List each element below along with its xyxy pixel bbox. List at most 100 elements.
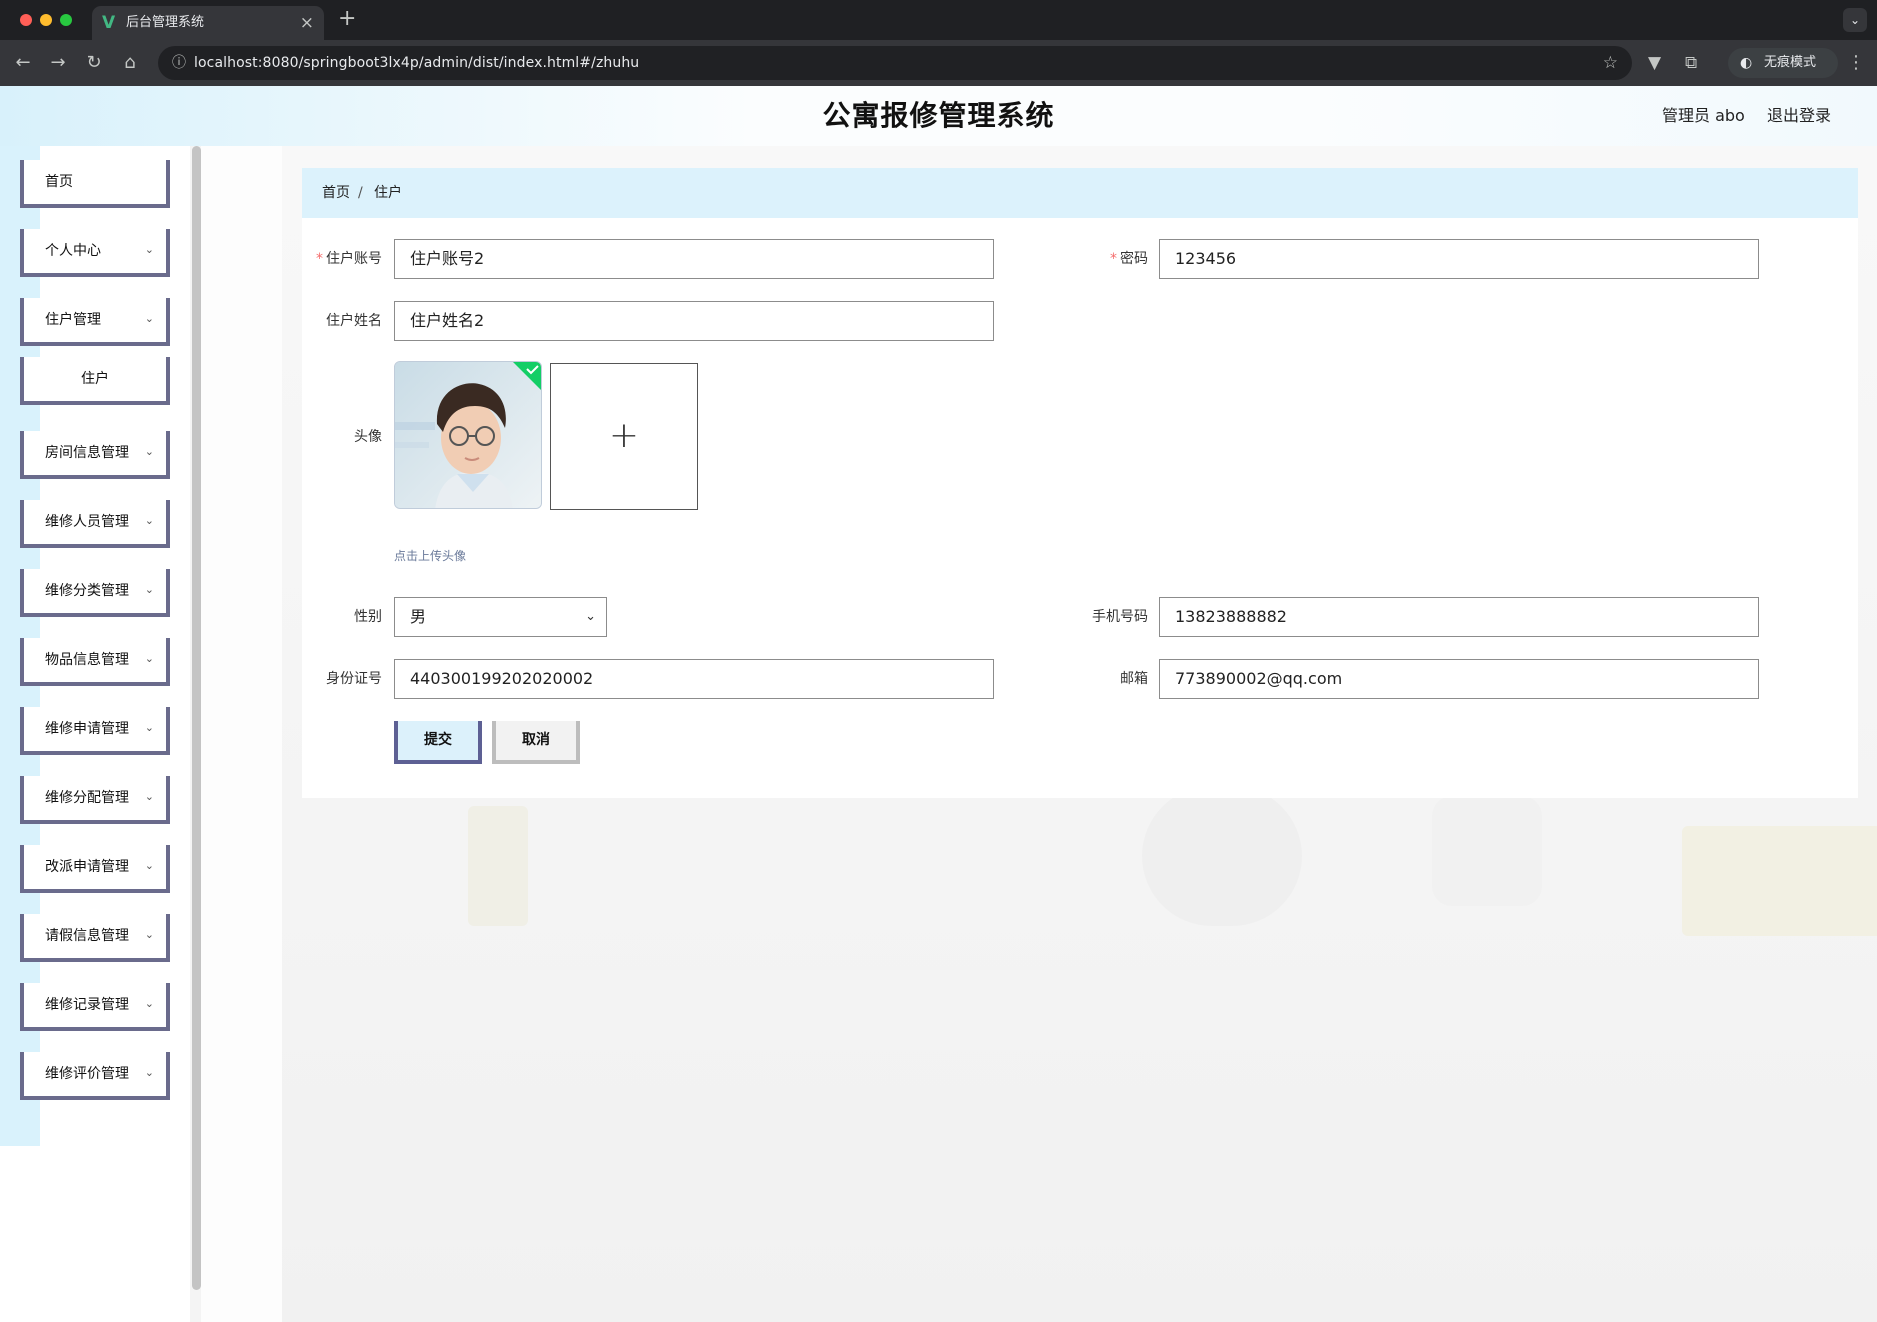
app-title: 公寓报修管理系统 xyxy=(822,99,1055,132)
sidebar-item-label: 请假信息管理 xyxy=(45,928,129,944)
gender-select[interactable]: 男 ⌄ xyxy=(394,597,607,637)
home-icon[interactable]: ⌂ xyxy=(117,50,143,76)
chevron-down-icon: ⌄ xyxy=(144,514,154,527)
required-mark: * xyxy=(316,251,323,267)
star-icon[interactable]: ☆ xyxy=(1603,52,1618,74)
chevron-down-icon: ⌄ xyxy=(144,997,154,1010)
sidebar-item-label: 维修评价管理 xyxy=(45,1066,129,1082)
vue-logo-icon: V xyxy=(102,13,116,33)
background-decoration xyxy=(1682,826,1877,936)
sidebar-footer-strip xyxy=(0,1146,40,1322)
vue-devtools-icon[interactable]: ▼ xyxy=(1648,50,1661,76)
current-user-label: 管理员 abo xyxy=(1662,106,1745,125)
back-arrow-icon[interactable]: ← xyxy=(10,50,36,76)
close-window-button[interactable] xyxy=(20,14,32,26)
minimize-window-button[interactable] xyxy=(40,14,52,26)
id-card-label: 身份证号 xyxy=(326,671,382,687)
phone-input[interactable]: 13823888882 xyxy=(1159,597,1759,637)
id-card-input[interactable]: 440300199202020002 xyxy=(394,659,994,699)
plus-icon: + xyxy=(608,415,640,456)
breadcrumb-current: 住户 xyxy=(374,185,402,201)
chevron-down-icon: ⌄ xyxy=(585,609,596,624)
sidebar-item-item-info[interactable]: 物品信息管理 ⌄ xyxy=(20,638,170,686)
breadcrumb: 首页 / 住户 xyxy=(302,168,1858,218)
gender-value: 男 xyxy=(410,607,427,626)
sidebar-item-label: 首页 xyxy=(45,174,73,190)
chevron-down-icon: ⌄ xyxy=(144,312,154,325)
sidebar-item-home[interactable]: 首页 xyxy=(20,160,170,208)
background-decoration xyxy=(1432,796,1542,906)
close-tab-icon[interactable]: × xyxy=(300,13,314,33)
avatar-preview[interactable] xyxy=(394,361,542,509)
name-input[interactable]: 住户姓名2 xyxy=(394,301,994,341)
sidebar-item-label: 个人中心 xyxy=(45,243,101,259)
password-input[interactable]: 123456 xyxy=(1159,239,1759,279)
tab-title: 后台管理系统 xyxy=(126,15,205,30)
maximize-window-button[interactable] xyxy=(60,14,72,26)
browser-menu-icon[interactable]: ⋮ xyxy=(1847,50,1865,76)
background-decoration xyxy=(468,806,528,926)
chevron-down-icon: ⌄ xyxy=(144,859,154,872)
account-label-text: 住户账号 xyxy=(326,251,382,267)
password-label-text: 密码 xyxy=(1120,251,1148,267)
logout-link[interactable]: 退出登录 xyxy=(1767,106,1831,126)
avatar-image xyxy=(395,362,541,508)
sidebar-item-label: 维修人员管理 xyxy=(45,514,129,530)
address-bar[interactable]: ⓘ localhost:8080/springboot3lx4p/admin/d… xyxy=(158,46,1632,80)
sidebar-item-repair-assignment[interactable]: 维修分配管理 ⌄ xyxy=(20,776,170,824)
breadcrumb-home[interactable]: 首页 xyxy=(322,183,350,203)
submit-button[interactable]: 提交 xyxy=(394,721,482,764)
sidebar-item-room-info[interactable]: 房间信息管理 ⌄ xyxy=(20,431,170,479)
gender-label: 性别 xyxy=(354,609,382,625)
avatar-label: 头像 xyxy=(354,429,382,445)
chevron-down-icon: ⌄ xyxy=(144,652,154,665)
app-header: 公寓报修管理系统 管理员 abo 退出登录 xyxy=(0,86,1877,146)
cancel-button[interactable]: 取消 xyxy=(492,721,580,764)
site-info-icon[interactable]: ⓘ xyxy=(168,52,190,74)
sidebar-item-repair-request[interactable]: 维修申请管理 ⌄ xyxy=(20,707,170,755)
chevron-down-icon: ⌄ xyxy=(144,928,154,941)
reload-icon[interactable]: ↻ xyxy=(81,50,107,76)
chevron-down-icon: ⌄ xyxy=(144,721,154,734)
browser-toolbar: ← → ↻ ⌂ ⓘ localhost:8080/springboot3lx4p… xyxy=(0,40,1877,86)
avatar-upload-hint: 点击上传头像 xyxy=(394,549,467,563)
email-input[interactable]: 773890002@qq.com xyxy=(1159,659,1759,699)
sidebar-item-repair-review[interactable]: 维修评价管理 ⌄ xyxy=(20,1052,170,1100)
account-input[interactable]: 住户账号2 xyxy=(394,239,994,279)
chevron-down-icon: ⌄ xyxy=(144,790,154,803)
extensions-icon[interactable]: ⧉ xyxy=(1685,50,1697,76)
incognito-badge[interactable]: ◐ 无痕模式 xyxy=(1728,48,1838,78)
sidebar-item-repair-record[interactable]: 维修记录管理 ⌄ xyxy=(20,983,170,1031)
sidebar-scrollbar[interactable] xyxy=(192,146,201,1290)
incognito-label: 无痕模式 xyxy=(1764,55,1817,70)
incognito-icon: ◐ xyxy=(1740,55,1753,71)
name-label: 住户姓名 xyxy=(326,313,382,329)
sidebar-item-label: 维修分配管理 xyxy=(45,790,129,806)
url-text[interactable]: localhost:8080/springboot3lx4p/admin/dis… xyxy=(194,54,639,72)
sidebar-item-label: 住户管理 xyxy=(45,312,101,328)
sidebar-item-label: 改派申请管理 xyxy=(45,859,129,875)
tab-search-icon[interactable]: ⌄ xyxy=(1843,8,1867,32)
password-label: * 密码 xyxy=(1080,249,1148,269)
sidebar-item-resident-management[interactable]: 住户管理 ⌄ xyxy=(20,298,170,346)
sidebar-item-label: 维修记录管理 xyxy=(45,997,129,1013)
sidebar-item-repair-category[interactable]: 维修分类管理 ⌄ xyxy=(20,569,170,617)
sidebar-item-label: 物品信息管理 xyxy=(45,652,129,668)
sidebar-item-reassign-request[interactable]: 改派申请管理 ⌄ xyxy=(20,845,170,893)
new-tab-icon[interactable]: + xyxy=(338,7,356,31)
required-mark: * xyxy=(1110,251,1117,267)
avatar-upload-button[interactable]: + xyxy=(550,363,698,510)
browser-tab[interactable]: V 后台管理系统 × xyxy=(92,6,324,40)
sidebar-item-leave-info[interactable]: 请假信息管理 ⌄ xyxy=(20,914,170,962)
chevron-down-icon: ⌄ xyxy=(144,243,154,256)
breadcrumb-separator: / xyxy=(358,185,363,201)
sidebar-item-personal-center[interactable]: 个人中心 ⌄ xyxy=(20,229,170,277)
sidebar-item-label: 维修申请管理 xyxy=(45,721,129,737)
account-label: * 住户账号 xyxy=(306,249,382,269)
sidebar-item-repair-staff[interactable]: 维修人员管理 ⌄ xyxy=(20,500,170,548)
sidebar-item-label: 维修分类管理 xyxy=(45,583,129,599)
forward-arrow-icon[interactable]: → xyxy=(45,50,71,76)
sidebar-subitem-label: 住户 xyxy=(81,371,109,387)
sidebar-subitem-resident[interactable]: 住户 xyxy=(20,357,170,405)
browser-tab-bar: V 后台管理系统 × + ⌄ xyxy=(0,0,1877,40)
